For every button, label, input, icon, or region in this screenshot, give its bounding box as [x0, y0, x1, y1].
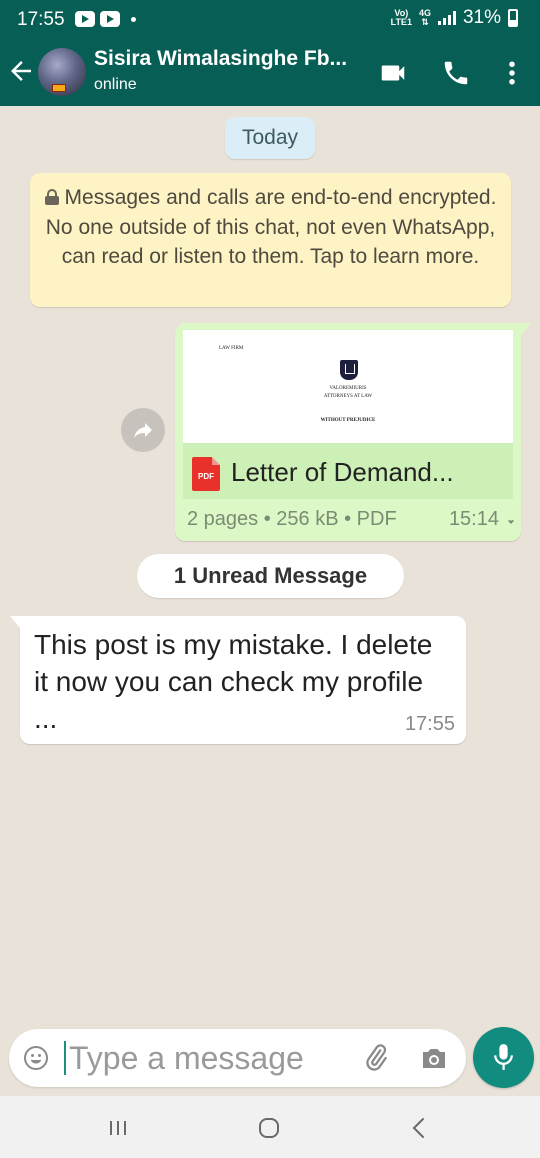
notification-icons: [75, 11, 136, 1107]
unread-divider: 1 Unread Message: [137, 554, 404, 598]
system-navigation-bar: [0, 1096, 540, 1158]
sent-tick-icon: [508, 518, 514, 524]
message-text: This post is my mistake. I delete it now…: [34, 629, 433, 734]
forward-icon: [134, 423, 152, 438]
video-call-icon[interactable]: [378, 58, 408, 88]
signal-strength-icon: [437, 11, 456, 25]
forward-button[interactable]: [121, 408, 165, 452]
preview-heading: WITHOUT PREJUDICE: [320, 418, 376, 423]
back-arrow-icon[interactable]: [6, 56, 36, 86]
firm-logo-icon: [340, 360, 358, 380]
message-input[interactable]: [69, 1038, 349, 1078]
voice-call-icon[interactable]: [441, 58, 471, 88]
message-time: 17:55: [404, 713, 455, 735]
chat-area[interactable]: Today Messages and calls are end-to-end …: [0, 106, 540, 1096]
contact-status: online: [94, 76, 137, 93]
contact-name[interactable]: Sisira Wimalasinghe Fb...: [94, 47, 347, 71]
message-time: 15:14: [448, 508, 499, 530]
youtube-notification-icon: [100, 11, 120, 27]
encryption-notice[interactable]: Messages and calls are end-to-end encryp…: [30, 173, 511, 307]
pdf-file-icon: PDF: [192, 457, 220, 491]
recent-apps-icon[interactable]: [104, 1114, 132, 1142]
incoming-message[interactable]: This post is my mistake. I delete it now…: [10, 616, 466, 744]
emoji-icon[interactable]: [23, 1045, 49, 1071]
battery-icon: [508, 9, 518, 27]
text-caret: [64, 1041, 66, 1075]
status-time: 17:55: [17, 9, 65, 30]
status-bar: 17:55 Vo) LTE1 4G ⇅ 31%: [0, 0, 540, 1107]
status-indicators: Vo) LTE1 4G ⇅ 31%: [391, 7, 518, 29]
message-composer: [9, 1029, 466, 1087]
contact-avatar[interactable]: [38, 48, 86, 96]
lock-icon: [44, 189, 59, 205]
back-icon[interactable]: [406, 1114, 434, 1142]
preview-firm-name: VALOREMIURIS: [329, 386, 367, 391]
document-file-name: Letter of Demand...: [231, 457, 454, 487]
network-type-indicator: 4G ⇅: [418, 8, 431, 27]
avatar-flag-badge: [52, 84, 66, 92]
preview-firm-subtitle: ATTORNEYS AT LAW: [323, 394, 373, 399]
document-file-row[interactable]: PDF Letter of Demand...: [183, 443, 513, 499]
attachment-icon[interactable]: [361, 1043, 391, 1073]
document-meta: 2 pages • 256 kB • PDF: [187, 508, 397, 530]
preview-firm-label: LAW FIRM: [219, 346, 244, 351]
camera-icon[interactable]: [420, 1045, 448, 1071]
voice-message-button[interactable]: [473, 1027, 534, 1088]
chat-header: Sisira Wimalasinghe Fb... online: [0, 40, 540, 106]
document-message[interactable]: LAW FIRM VALOREMIURIS ATTORNEYS AT LAW W…: [175, 323, 531, 541]
date-separator: Today: [225, 117, 315, 159]
microphone-icon: [494, 1044, 513, 1070]
volte-indicator: Vo) LTE1: [390, 8, 412, 27]
document-preview[interactable]: LAW FIRM VALOREMIURIS ATTORNEYS AT LAW W…: [183, 330, 513, 443]
more-notifications-dot-icon: [131, 16, 136, 22]
home-icon[interactable]: [255, 1114, 283, 1142]
more-options-icon[interactable]: [497, 58, 527, 88]
youtube-notification-icon: [75, 11, 95, 27]
battery-percentage: 31%: [462, 7, 501, 28]
